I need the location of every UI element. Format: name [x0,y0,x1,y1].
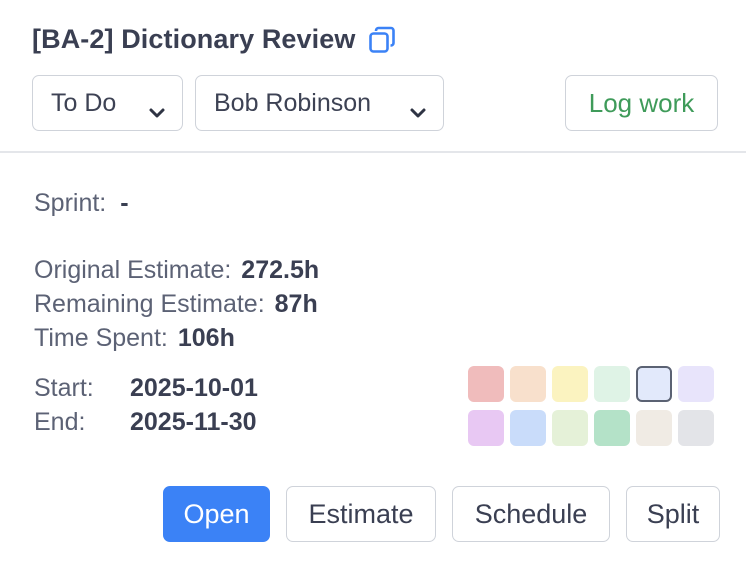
divider [0,151,746,153]
color-swatch[interactable] [510,410,546,446]
chevron-down-icon [409,97,427,118]
split-button[interactable]: Split [626,486,720,542]
end-label: End: [34,408,86,436]
end-date-row: End: 2025-11-30 [34,408,257,437]
title-row: [BA-2] Dictionary Review [32,24,397,55]
status-value: To Do [51,88,117,117]
color-swatch[interactable] [594,366,630,402]
color-swatch[interactable] [636,366,672,402]
color-swatch[interactable] [594,410,630,446]
color-swatch[interactable] [552,410,588,446]
assignee-select[interactable]: Bob Robinson [195,75,444,131]
copy-icon[interactable] [367,25,397,55]
assignee-value: Bob Robinson [214,88,372,117]
time-spent-value: 106h [177,324,235,352]
color-swatch[interactable] [678,410,714,446]
remaining-estimate-label: Remaining Estimate: [34,290,265,318]
color-swatch[interactable] [468,366,504,402]
original-estimate-label: Original Estimate: [34,256,232,284]
sprint-value: - [120,189,129,217]
sprint-label: Sprint: [34,189,107,217]
original-estimate-row: Original Estimate: 272.5h [34,256,319,285]
color-swatch[interactable] [636,410,672,446]
color-swatch[interactable] [678,366,714,402]
open-button[interactable]: Open [163,486,270,542]
schedule-button[interactable]: Schedule [452,486,610,542]
start-date-row: Start: 2025-10-01 [34,374,258,403]
log-work-button[interactable]: Log work [565,75,718,131]
task-title: [BA-2] Dictionary Review [32,24,356,54]
color-swatch[interactable] [552,366,588,402]
time-spent-label: Time Spent: [34,324,168,352]
time-spent-row: Time Spent: 106h [34,324,235,353]
color-swatch[interactable] [510,366,546,402]
color-swatch[interactable] [468,410,504,446]
end-date-value: 2025-11-30 [130,408,257,436]
sprint-row: Sprint: - [34,189,129,218]
start-label: Start: [34,374,94,402]
task-card: [BA-2] Dictionary Review To Do Bob Robin… [0,0,746,578]
chevron-down-icon [148,97,166,118]
status-select[interactable]: To Do [32,75,183,131]
remaining-estimate-row: Remaining Estimate: 87h [34,290,318,319]
remaining-estimate-value: 87h [274,290,318,318]
estimate-button[interactable]: Estimate [286,486,436,542]
original-estimate-value: 272.5h [241,256,320,284]
start-date-value: 2025-10-01 [130,374,258,402]
